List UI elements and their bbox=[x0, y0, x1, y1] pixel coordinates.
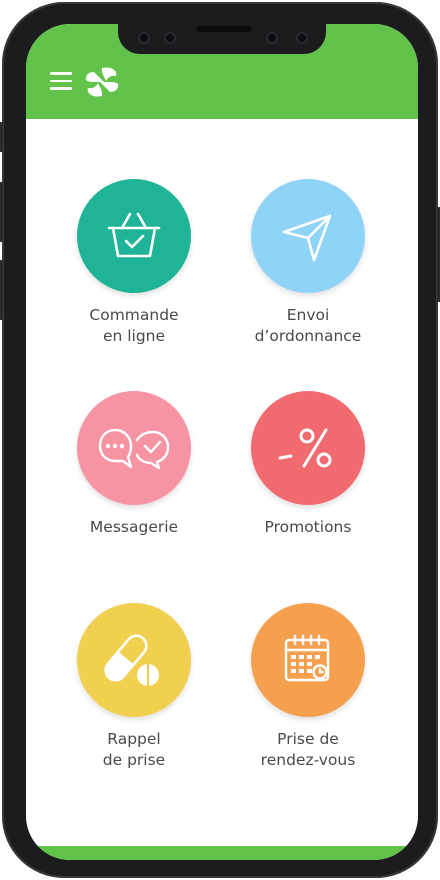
camera-sensor bbox=[266, 32, 278, 44]
volume-down-button bbox=[0, 260, 3, 320]
app-header bbox=[26, 24, 418, 119]
tile-circle bbox=[251, 179, 365, 293]
tile-label: Envoi d’ordonnance bbox=[254, 306, 362, 345]
tile-label: Commande en ligne bbox=[89, 306, 179, 345]
phone-notch bbox=[118, 24, 326, 54]
pharmacy-logo-icon bbox=[85, 67, 119, 97]
menu-button[interactable] bbox=[50, 72, 72, 90]
app-screen: Commande en ligne Envoi d’ordonnance Mes… bbox=[26, 24, 418, 860]
calendar-icon bbox=[284, 634, 330, 682]
tile-circle bbox=[77, 179, 191, 293]
chat-bubbles-icon bbox=[98, 428, 170, 470]
services-grid: Commande en ligne Envoi d’ordonnance Mes… bbox=[26, 119, 418, 839]
front-camera bbox=[296, 32, 308, 44]
earpiece-speaker bbox=[196, 26, 252, 32]
mute-switch bbox=[0, 122, 3, 152]
tile-commande-en-ligne[interactable]: Commande en ligne bbox=[44, 179, 224, 347]
phone-frame: Commande en ligne Envoi d’ordonnance Mes… bbox=[0, 2, 440, 878]
camera-sensor bbox=[138, 32, 150, 44]
tile-label: Rappel de prise bbox=[102, 730, 166, 769]
percent-icon bbox=[278, 428, 332, 468]
tile-label: Messagerie bbox=[89, 518, 179, 536]
basket-check-icon bbox=[107, 212, 161, 258]
tile-envoi-ordonnance[interactable]: Envoi d’ordonnance bbox=[218, 179, 398, 347]
send-plane-icon bbox=[282, 214, 332, 262]
hamburger-icon-line bbox=[50, 79, 72, 82]
camera-sensor bbox=[164, 32, 176, 44]
tile-circle bbox=[77, 603, 191, 717]
tile-prise-de-rendez-vous[interactable]: Prise de rendez-vous bbox=[218, 603, 398, 771]
tile-rappel-de-prise[interactable]: Rappel de prise bbox=[44, 603, 224, 771]
tile-promotions[interactable]: Promotions bbox=[218, 391, 398, 538]
tile-label: Promotions bbox=[264, 518, 352, 536]
volume-up-button bbox=[0, 182, 3, 242]
tile-circle bbox=[251, 391, 365, 505]
hamburger-icon-line bbox=[50, 87, 72, 90]
tile-label: Prise de rendez-vous bbox=[260, 730, 356, 769]
tile-messagerie[interactable]: Messagerie bbox=[44, 391, 224, 538]
tile-circle bbox=[77, 391, 191, 505]
pills-icon bbox=[104, 634, 159, 686]
hamburger-icon-line bbox=[50, 72, 72, 75]
tile-circle bbox=[251, 603, 365, 717]
bottom-bar bbox=[26, 846, 418, 860]
